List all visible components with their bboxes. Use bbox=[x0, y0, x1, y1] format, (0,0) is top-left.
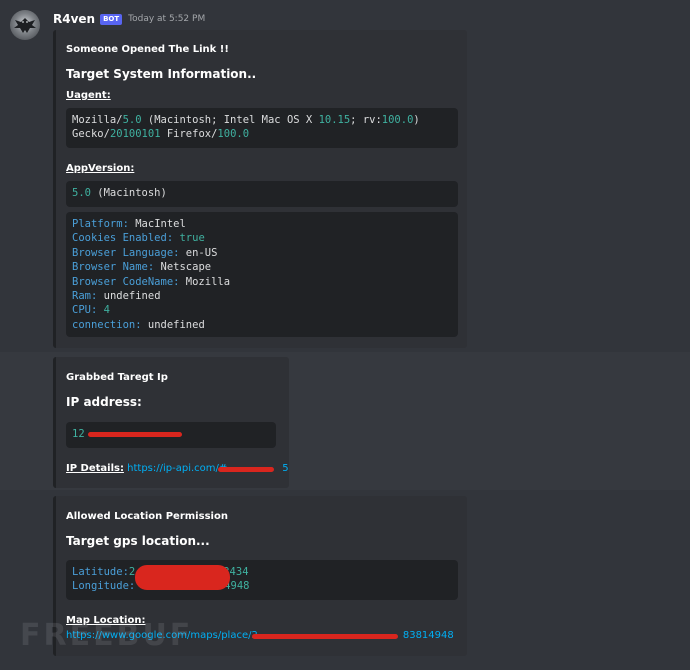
field-name-appversion: AppVersion: bbox=[66, 163, 135, 174]
codeblock-gps[interactable]: Latitude:2 3434 Longitude: 4948 bbox=[66, 560, 458, 600]
codeblock-uagent[interactable]: Mozilla/5.0 (Macintosh; Intel Mac OS X 1… bbox=[66, 108, 458, 148]
bot-avatar[interactable] bbox=[10, 10, 40, 40]
appversion-text: (Macintosh) bbox=[90, 187, 167, 199]
embed-system-info: Someone Opened The Link !! Target System… bbox=[53, 30, 467, 348]
system-info-value: undefined bbox=[141, 318, 205, 331]
codeblock-system[interactable]: Platform: MacIntel Cookies Enabled: true… bbox=[66, 212, 458, 337]
system-info-line: connection: undefined bbox=[72, 319, 205, 331]
embed-title: IP address: bbox=[66, 395, 142, 409]
username[interactable]: R4ven bbox=[53, 12, 95, 26]
embed-title: Target gps location... bbox=[66, 534, 210, 548]
system-info-line: Browser Name: Netscape bbox=[72, 261, 211, 273]
redaction-gps bbox=[135, 565, 230, 590]
redaction-ip bbox=[88, 432, 182, 437]
latitude-label: Latitude: bbox=[72, 566, 129, 578]
raven-icon bbox=[14, 18, 36, 33]
system-info-value: MacIntel bbox=[128, 218, 186, 230]
system-info-key: CPU: bbox=[72, 304, 98, 317]
embed-title: Target System Information.. bbox=[66, 67, 257, 81]
system-info-line: Browser Language: en-US bbox=[72, 247, 217, 259]
ip-details-link[interactable]: https://ip-api.com/# bbox=[127, 463, 227, 474]
field-name-uagent: Uagent: bbox=[66, 90, 111, 101]
system-info-value: Netscape bbox=[154, 261, 212, 274]
system-info-key: Cookies Enabled: bbox=[72, 232, 174, 245]
system-info-line: Cookies Enabled: true bbox=[72, 232, 205, 244]
system-info-line: CPU: 4 bbox=[72, 304, 110, 316]
system-info-value: 4 bbox=[97, 304, 110, 317]
field-name-ip-details: IP Details: bbox=[66, 463, 124, 474]
embed-ip: Grabbed Taregt Ip IP address: 12 IP Deta… bbox=[53, 357, 289, 488]
embed-author: Someone Opened The Link !! bbox=[66, 44, 229, 55]
system-info-key: Ram: bbox=[72, 290, 98, 303]
system-info-key: Browser Name: bbox=[72, 261, 155, 274]
timestamp[interactable]: Today at 5:52 PM bbox=[128, 14, 205, 24]
longitude-label: Longitude: bbox=[72, 580, 136, 593]
system-info-line: Browser CodeName: Mozilla bbox=[72, 276, 230, 288]
system-info-line: Ram: undefined bbox=[72, 290, 161, 302]
system-info-key: Platform: bbox=[72, 218, 129, 230]
redaction-map bbox=[252, 634, 398, 639]
uagent-line-2: Gecko/20100101 Firefox/100.0 bbox=[72, 128, 250, 141]
system-info-key: Browser CodeName: bbox=[72, 275, 180, 288]
bot-tag: BOT bbox=[100, 13, 123, 25]
message-header: R4ven BOT Today at 5:52 PM bbox=[53, 11, 205, 27]
system-info-value: undefined bbox=[97, 290, 161, 303]
appversion-number: 5.0 bbox=[72, 187, 91, 199]
watermark: FREEBUF bbox=[20, 618, 194, 653]
ip-address: 12 bbox=[72, 428, 85, 440]
map-link-tail[interactable]: 83814948 bbox=[403, 630, 454, 641]
system-info-key: Browser Language: bbox=[72, 246, 180, 259]
system-info-value: true bbox=[173, 232, 205, 245]
system-info-key: connection: bbox=[72, 318, 142, 331]
redaction-ip-details bbox=[218, 467, 274, 472]
codeblock-appversion[interactable]: 5.0 (Macintosh) bbox=[66, 181, 458, 207]
embed-author: Allowed Location Permission bbox=[66, 511, 228, 522]
system-info-value: Mozilla bbox=[179, 275, 231, 288]
embed-author: Grabbed Taregt Ip bbox=[66, 372, 168, 383]
ip-details-link-tail[interactable]: 5 bbox=[282, 463, 288, 474]
system-info-line: Platform: MacIntel bbox=[72, 218, 186, 230]
uagent-line-1: Mozilla/5.0 (Macintosh; Intel Mac OS X 1… bbox=[72, 114, 420, 126]
system-info-value: en-US bbox=[179, 246, 218, 259]
